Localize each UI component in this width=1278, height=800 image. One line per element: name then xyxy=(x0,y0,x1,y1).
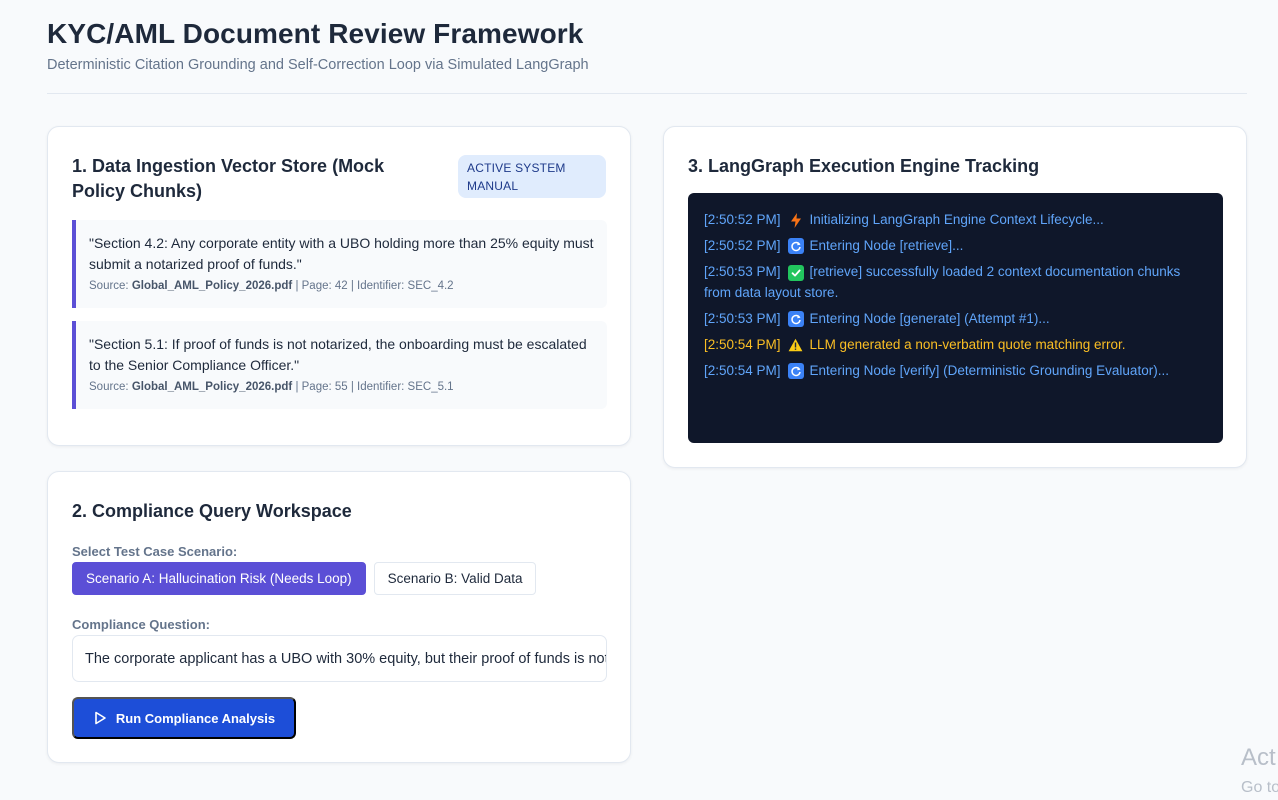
engine-card-title: 3. LangGraph Execution Engine Tracking xyxy=(688,156,1040,176)
workspace-card-header: 2. Compliance Query Workspace xyxy=(72,499,606,524)
page-title: KYC/AML Document Review Framework xyxy=(47,18,584,49)
active-manual-badge: ACTIVE SYSTEM MANUAL xyxy=(458,155,606,198)
log-timestamp: [2:50:54 PM] xyxy=(704,337,781,352)
refresh-icon xyxy=(787,363,804,379)
scenario-a-button[interactable]: Scenario A: Hallucination Risk (Needs Lo… xyxy=(72,562,366,595)
source-meta: | Page: 55 | Identifier: SEC_5.1 xyxy=(292,381,454,393)
lightning-icon xyxy=(788,212,804,228)
question-label: Compliance Question: xyxy=(72,617,210,632)
log-timestamp: [2:50:53 PM] xyxy=(704,264,781,279)
policy-chunk-source: Source: Global_AML_Policy_2026.pdf | Pag… xyxy=(89,279,595,293)
log-line: [2:50:52 PM] Entering Node [retrieve]... xyxy=(704,235,1207,256)
page-subtitle: Deterministic Citation Grounding and Sel… xyxy=(47,57,589,73)
log-message: LLM generated a non-verbatim quote match… xyxy=(809,337,1126,352)
run-analysis-label: Run Compliance Analysis xyxy=(115,710,276,726)
scenario-selector: Scenario A: Hallucination Risk (Needs Lo… xyxy=(72,562,537,595)
check-icon xyxy=(787,265,804,281)
log-message: Entering Node [retrieve]... xyxy=(809,238,964,253)
engine-card: 3. LangGraph Execution Engine Tracking [… xyxy=(663,126,1247,468)
engine-card-header: 3. LangGraph Execution Engine Tracking xyxy=(688,154,1222,179)
activation-watermark-hint: Go to xyxy=(1241,779,1278,796)
log-line: [2:50:53 PM] [retrieve] successfully loa… xyxy=(704,261,1207,303)
log-line: [2:50:54 PM] LLM generated a non-verbati… xyxy=(704,334,1207,355)
log-message: Entering Node [verify] (Deterministic Gr… xyxy=(809,363,1169,378)
policy-chunk-text: "Section 5.1: If proof of funds is not n… xyxy=(89,336,587,373)
ingestion-card-title: 1. Data Ingestion Vector Store (Mock Pol… xyxy=(72,156,385,201)
play-icon xyxy=(93,711,107,725)
workspace-card: 2. Compliance Query Workspace Select Tes… xyxy=(47,471,631,763)
source-file: Global_AML_Policy_2026.pdf xyxy=(131,280,293,292)
log-line: [2:50:54 PM] Entering Node [verify] (Det… xyxy=(704,360,1207,381)
log-timestamp: [2:50:52 PM] xyxy=(704,212,781,227)
page-header: KYC/AML Document Review Framework Determ… xyxy=(47,0,1247,94)
scenario-label: Select Test Case Scenario: xyxy=(72,544,238,559)
policy-chunk-source: Source: Global_AML_Policy_2026.pdf | Pag… xyxy=(89,380,595,394)
run-analysis-button[interactable]: Run Compliance Analysis xyxy=(72,697,296,739)
ingestion-card-header: 1. Data Ingestion Vector Store (Mock Pol… xyxy=(72,154,606,204)
source-file: Global_AML_Policy_2026.pdf xyxy=(131,381,293,393)
log-timestamp: [2:50:54 PM] xyxy=(704,363,781,378)
log-timestamp: [2:50:52 PM] xyxy=(704,238,781,253)
compliance-question-input[interactable]: The corporate applicant has a UBO with 3… xyxy=(72,635,607,682)
source-label: Source: xyxy=(89,280,132,292)
warning-icon xyxy=(788,337,804,353)
log-line: [2:50:53 PM] Entering Node [generate] (A… xyxy=(704,308,1207,329)
log-line: [2:50:52 PM] Initializing LangGraph Engi… xyxy=(704,209,1207,230)
policy-chunk: "Section 5.1: If proof of funds is not n… xyxy=(72,321,607,409)
workspace-card-title: 2. Compliance Query Workspace xyxy=(72,501,352,521)
log-message: Initializing LangGraph Engine Context Li… xyxy=(809,212,1104,227)
header-divider xyxy=(47,93,1247,94)
policy-chunk: "Section 4.2: Any corporate entity with … xyxy=(72,220,607,308)
log-timestamp: [2:50:53 PM] xyxy=(704,311,781,326)
refresh-icon xyxy=(787,311,804,327)
log-message: Entering Node [generate] (Attempt #1)... xyxy=(809,311,1050,326)
activation-watermark: Act xyxy=(1241,744,1276,771)
execution-log-console: [2:50:52 PM] Initializing LangGraph Engi… xyxy=(688,193,1223,443)
ingestion-card: 1. Data Ingestion Vector Store (Mock Pol… xyxy=(47,126,631,446)
scenario-b-button[interactable]: Scenario B: Valid Data xyxy=(373,562,537,595)
page: KYC/AML Document Review Framework Determ… xyxy=(0,0,1278,800)
source-meta: | Page: 42 | Identifier: SEC_4.2 xyxy=(292,280,454,292)
refresh-icon xyxy=(787,238,804,254)
policy-chunk-text: "Section 4.2: Any corporate entity with … xyxy=(89,235,594,272)
source-label: Source: xyxy=(89,381,132,393)
